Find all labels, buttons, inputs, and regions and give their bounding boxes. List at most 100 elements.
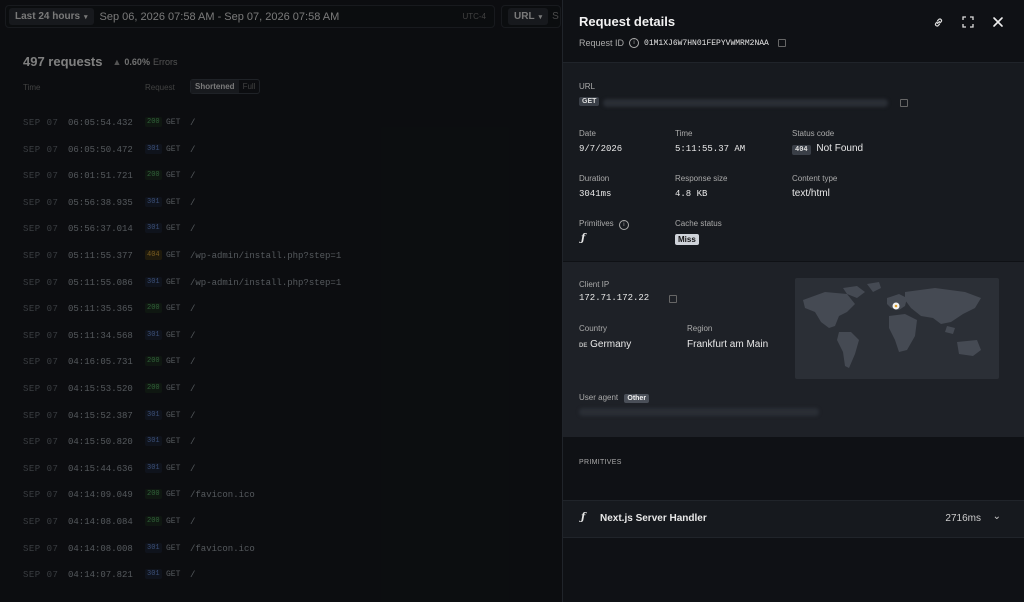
request-id: Request ID i 01M1XJ6W7HN01FEPYVWMRM2NAA (579, 38, 786, 48)
table-row[interactable]: SEP 07 05:11:35.365 200 GET / (0, 302, 562, 329)
row-method: GET (166, 144, 181, 154)
table-row[interactable]: SEP 07 04:15:52.387 301 GET / (0, 409, 562, 436)
url-label: URL (579, 82, 596, 91)
user-agent-label-text: User agent (579, 393, 619, 402)
url-method-badge: GET (579, 97, 600, 106)
row-path: / (190, 224, 196, 235)
warning-icon: ▲ (112, 56, 122, 67)
table-row[interactable]: SEP 07 04:14:09.049 200 GET/favicon.ico (0, 488, 562, 515)
url-filter-button[interactable]: URL ▾ (508, 8, 549, 25)
row-method: GET (166, 330, 181, 340)
copy-icon[interactable] (669, 295, 677, 303)
table-row[interactable]: SEP 07 04:14:08.084 200 GET / (0, 515, 562, 542)
row-time: 05:11:55.086 (68, 277, 133, 288)
row-status-badge: 200 (145, 489, 162, 500)
row-time: 06:05:50.472 (68, 144, 133, 155)
primitives-label: Primitives i (579, 219, 629, 230)
time-range-picker[interactable]: Last 24 hours ▾ Sep 06, 2026 07:58 AM - … (5, 5, 495, 28)
range-preset-button[interactable]: Last 24 hours ▾ (9, 8, 94, 25)
country-label: Country (579, 324, 608, 333)
duration-value: 3041ms (579, 189, 612, 199)
status-text: Not Found (816, 143, 864, 154)
row-time: 05:56:37.014 (68, 224, 133, 235)
row-method: GET (166, 516, 181, 526)
row-time: 06:05:54.432 (68, 118, 133, 128)
table-row[interactable]: SEP 07 05:11:55.086 301 GET/wp-admin/instal… (0, 276, 562, 303)
chevron-down-icon[interactable]: ⌄ (993, 511, 1001, 522)
row-path: / (190, 383, 196, 394)
time-label: Time (675, 129, 693, 138)
row-status-badge: 200 (145, 382, 162, 393)
row-date: SEP 07 (23, 277, 59, 288)
expand-icon[interactable] (960, 14, 976, 30)
row-path: / (190, 197, 196, 208)
column-time: Time (23, 83, 41, 92)
row-time: 04:14:08.084 (68, 516, 133, 527)
row-status-badge: 200 (145, 170, 162, 181)
row-path: / (190, 437, 196, 448)
table-row[interactable]: SEP 07 05:11:34.568 301 GET / (0, 329, 562, 356)
table-row[interactable]: SEP 07 06:01:51.721 200 GET / (0, 169, 562, 196)
table-row[interactable]: SEP 07 04:14:08.008 301 GET/favicon.ico (0, 542, 562, 569)
row-date: SEP 07 (23, 410, 59, 421)
toggle-full[interactable]: Full (239, 80, 260, 93)
size-label: Response size (675, 174, 728, 183)
row-time: 04:15:50.820 (68, 437, 133, 448)
info-icon[interactable]: i (618, 220, 629, 230)
row-status-badge: 301 (145, 569, 162, 580)
row-path: / (190, 304, 196, 315)
row-method: GET (166, 410, 181, 420)
row-date: SEP 07 (23, 357, 59, 368)
primitives-label-text: Primitives (579, 219, 614, 228)
row-path: /wp-admin/install.php?step=1 (190, 250, 342, 261)
panel-actions (930, 14, 1006, 30)
row-method: GET (166, 357, 181, 367)
row-time: 05:56:38.935 (68, 197, 133, 208)
row-method: GET (166, 383, 181, 393)
table-row[interactable]: SEP 07 06:05:54.432 200 GET / (0, 116, 562, 143)
row-date: SEP 07 (23, 144, 59, 155)
timezone-label: UTC-4 (462, 12, 486, 21)
table-row[interactable]: SEP 07 04:15:50.820 301 GET / (0, 435, 562, 462)
row-path: / (190, 463, 196, 474)
row-time: 05:11:55.377 (68, 250, 133, 261)
table-row[interactable]: SEP 07 05:11:55.377 404 GET/wp-admin/instal… (0, 249, 562, 276)
row-method: GET (166, 463, 181, 473)
row-status-badge: 301 (145, 409, 162, 420)
table-row[interactable]: SEP 07 04:16:05.731 200 GET / (0, 355, 562, 382)
copy-icon[interactable] (777, 39, 786, 47)
country-name: Germany (590, 339, 632, 350)
info-icon[interactable]: i (629, 38, 640, 48)
row-date: SEP 07 (23, 490, 59, 501)
requests-log: Last 24 hours ▾ Sep 06, 2026 07:58 AM - … (0, 0, 562, 602)
url-display-toggle[interactable]: Shortened Full (190, 79, 261, 94)
duration-label: Duration (579, 174, 610, 183)
country-value: DE Germany (579, 339, 631, 350)
table-row[interactable]: SEP 07 04:15:44.636 301 GET / (0, 462, 562, 489)
row-status-badge: 301 (145, 276, 162, 287)
row-status-badge: 200 (145, 515, 162, 526)
close-icon[interactable] (990, 14, 1006, 30)
row-path: / (190, 516, 196, 527)
status-value: 404 Not Found (792, 143, 863, 155)
primitive-row[interactable]: ƒ Next.js Server Handler 2716ms ⌄ (563, 500, 1024, 538)
row-path: / (190, 171, 196, 182)
copy-icon[interactable] (900, 99, 908, 107)
table-row[interactable]: SEP 07 05:56:37.014 301 GET / (0, 222, 562, 249)
row-status-badge: 301 (145, 329, 162, 340)
filter-cut-text: S (552, 11, 559, 22)
link-icon[interactable] (930, 14, 946, 30)
row-method: GET (166, 437, 181, 447)
table-row[interactable]: SEP 07 06:05:50.472 301 GET / (0, 143, 562, 170)
filter-field-select[interactable]: URL ▾ S (501, 5, 561, 28)
row-path: / (190, 357, 196, 368)
country-code: DE (579, 343, 588, 349)
status-label: Status code (792, 129, 835, 138)
row-method: GET (166, 250, 181, 260)
toggle-shortened[interactable]: Shortened (191, 80, 239, 93)
table-row[interactable]: SEP 07 04:14:07.821 301 GET / (0, 568, 562, 595)
row-status-badge: 301 (145, 196, 162, 207)
table-row[interactable]: SEP 07 04:15:53.520 200 GET / (0, 382, 562, 409)
table-row[interactable]: SEP 07 05:56:38.935 301 GET / (0, 196, 562, 223)
url-redacted (603, 99, 888, 107)
